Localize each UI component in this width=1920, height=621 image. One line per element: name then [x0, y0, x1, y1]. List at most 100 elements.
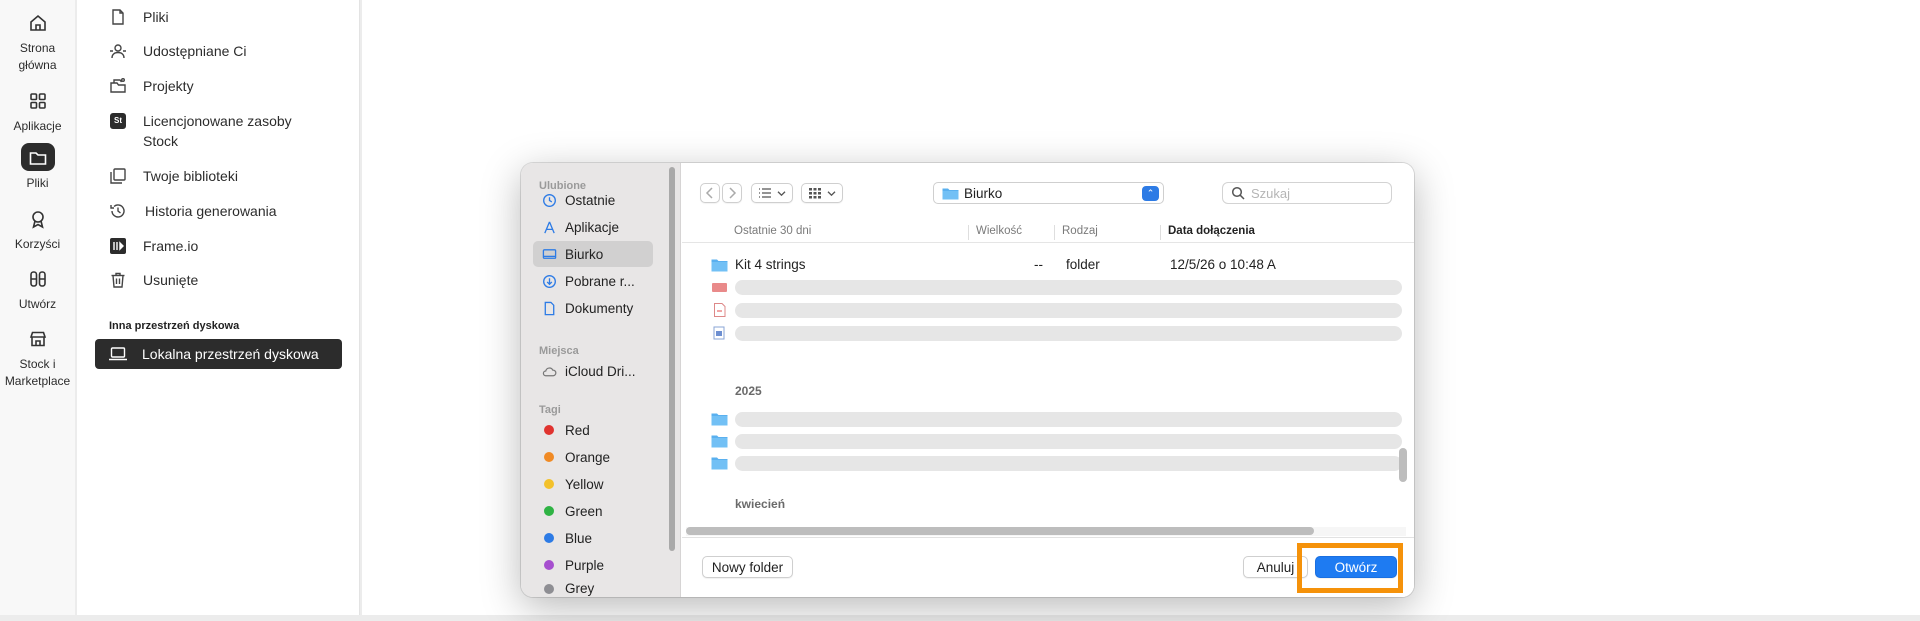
sidebar-item-desktop[interactable]: Biurko [533, 241, 653, 267]
search-icon [1231, 186, 1245, 200]
create-icon [21, 264, 55, 292]
file-date: 12/5/26 o 10:48 A [1170, 257, 1276, 272]
column-date-added[interactable]: Data dołączenia [1168, 225, 1255, 237]
file-row-redacted[interactable] [682, 431, 1402, 452]
download-icon [541, 274, 557, 289]
folder-icon [942, 188, 959, 199]
sidebar-label-icloud: iCloud Dri... [565, 363, 636, 379]
sidebar-item-applications[interactable]: Aplikacje [533, 214, 653, 240]
redacted-row [735, 303, 1402, 318]
search-field[interactable] [1222, 182, 1392, 204]
tag-label-blue: Blue [565, 530, 593, 546]
nav-item-frameio[interactable]: Frame.io [107, 236, 198, 256]
column-size[interactable]: Wielkość [976, 225, 1022, 237]
rail-label-home: Strona główna [18, 41, 57, 72]
tag-yellow[interactable]: Yellow [533, 471, 653, 497]
files-nav-panel: Pliki Udostępniane Ci Projekty St Licenc… [77, 0, 360, 615]
tag-blue[interactable]: Blue [533, 525, 653, 551]
sidebar-item-documents[interactable]: Dokumenty [533, 295, 653, 321]
nav-label-frameio: Frame.io [143, 238, 199, 254]
places-header: Miejsca [539, 345, 579, 357]
image-file-icon [712, 283, 727, 292]
tag-label-purple: Purple [565, 557, 605, 573]
file-name: Kit 4 strings [735, 257, 806, 272]
tag-label-grey: Grey [565, 581, 595, 596]
column-divider[interactable] [968, 225, 969, 240]
back-button[interactable] [700, 183, 720, 203]
file-row[interactable]: Kit 4 strings -- folder 12/5/26 o 10:48 … [682, 255, 1402, 276]
nav-item-shared[interactable]: Udostępniane Ci [107, 41, 247, 61]
pdf-file-icon [714, 303, 726, 317]
rail-item-apps[interactable]: Aplikacje [0, 86, 75, 135]
nav-item-deleted[interactable]: Usunięte [107, 270, 198, 290]
home-icon [21, 8, 55, 36]
folder-icon [711, 413, 728, 426]
laptop-icon [108, 345, 130, 363]
projects-icon [107, 76, 129, 96]
frameio-icon [107, 236, 129, 256]
tag-dot-blue [544, 533, 554, 543]
nav-label-deleted: Usunięte [143, 272, 199, 288]
grid-view-button[interactable] [801, 183, 843, 203]
nav-label-stock: Licencjonowane zasoby Stock [143, 113, 292, 149]
folder-icon [20, 143, 55, 171]
tag-dot-purple [544, 560, 554, 570]
open-file-dialog: Ulubione Ostatnie Aplikacje Biurko Pobra… [521, 163, 1414, 597]
file-icon [107, 7, 129, 27]
award-icon [21, 204, 55, 232]
nav-item-projects[interactable]: Projekty [107, 76, 194, 96]
history-icon [107, 201, 129, 221]
tag-purple[interactable]: Purple [533, 552, 653, 578]
rail-item-home[interactable]: Strona główna [0, 8, 75, 74]
redacted-row [735, 412, 1402, 427]
sidebar-item-downloads[interactable]: Pobrane r... [533, 268, 653, 294]
rail-label-files: Pliki [26, 176, 49, 190]
rail-item-benefits[interactable]: Korzyści [0, 204, 75, 253]
file-row-redacted[interactable] [682, 300, 1402, 321]
tag-orange[interactable]: Orange [533, 444, 653, 470]
column-kind[interactable]: Rodzaj [1062, 225, 1098, 237]
rail-label-create: Utwórz [18, 297, 57, 311]
nav-item-files[interactable]: Pliki [107, 7, 169, 27]
vertical-scrollbar[interactable] [1399, 448, 1407, 482]
nav-item-history[interactable]: Historia generowania [107, 201, 277, 221]
list-view-button[interactable] [751, 183, 793, 203]
sidebar-item-recents[interactable]: Ostatnie [533, 187, 653, 213]
sidebar-label-desktop: Biurko [565, 246, 604, 262]
new-folder-button[interactable]: Nowy folder [702, 556, 793, 578]
file-row-redacted[interactable] [682, 453, 1402, 474]
apps-icon [21, 86, 55, 114]
sidebar-scrollbar[interactable] [669, 167, 675, 551]
search-input[interactable] [1251, 185, 1371, 201]
nav-item-stock[interactable]: St Licencjonowane zasoby Stock [107, 111, 307, 151]
forward-button[interactable] [722, 183, 742, 203]
file-row-redacted[interactable] [682, 409, 1402, 430]
sidebar-item-icloud[interactable]: iCloud Dri... [533, 358, 653, 384]
tag-red[interactable]: Red [533, 417, 653, 443]
libraries-icon [107, 166, 129, 186]
rail-item-files[interactable]: Pliki [0, 143, 75, 192]
folder-icon [711, 259, 728, 272]
location-popup[interactable]: Biurko ⌃ [933, 182, 1164, 204]
column-divider[interactable] [1160, 225, 1161, 240]
horizontal-scrollbar[interactable] [686, 527, 1314, 535]
tag-label-green: Green [565, 503, 603, 519]
redacted-row [735, 326, 1402, 341]
store-icon [21, 324, 55, 352]
nav-item-libraries[interactable]: Twoje biblioteki [107, 166, 238, 186]
tag-green[interactable]: Green [533, 498, 653, 524]
rail-label-stock: Stock i Marketplace [4, 357, 71, 388]
file-row-redacted[interactable] [682, 277, 1402, 298]
trash-icon [107, 270, 129, 290]
file-row-redacted[interactable] [682, 323, 1402, 344]
sidebar-label-applications: Aplikacje [565, 219, 620, 235]
rail-item-create[interactable]: Utwórz [0, 264, 75, 313]
column-header: Ostatnie 30 dni Wielkość Rodzaj Data doł… [682, 221, 1414, 243]
rail-item-stock[interactable]: Stock i Marketplace [0, 324, 75, 390]
redacted-row [735, 456, 1402, 471]
tag-grey[interactable]: Grey [533, 579, 653, 597]
group-heading-year: 2025 [735, 384, 762, 398]
column-divider[interactable] [1054, 225, 1055, 240]
nav-item-local-storage[interactable]: Lokalna przestrzeń dyskowa [95, 339, 342, 369]
column-name[interactable]: Ostatnie 30 dni [734, 225, 811, 237]
